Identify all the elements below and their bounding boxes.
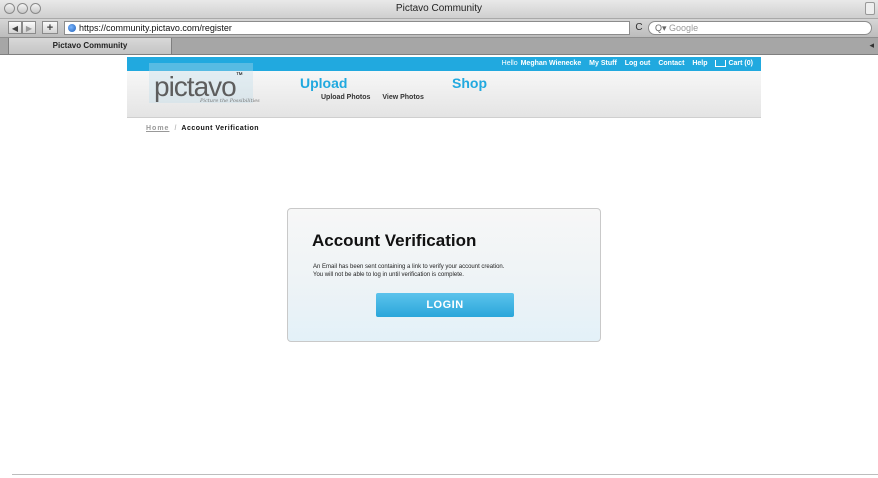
address-bar-url: https://community.pictavo.com/register bbox=[79, 23, 232, 33]
nav-upload[interactable]: Upload bbox=[300, 75, 347, 91]
upload-subnav: Upload Photos View Photos bbox=[321, 94, 434, 101]
forward-button[interactable]: ▶ bbox=[22, 21, 36, 34]
tab-bar: Pictavo Community ◂ bbox=[0, 38, 878, 55]
window-titlebar: Pictavo Community bbox=[0, 0, 878, 19]
reload-button[interactable]: C bbox=[632, 21, 646, 35]
cart-icon bbox=[715, 59, 727, 67]
breadcrumb-separator: / bbox=[174, 125, 177, 132]
new-tab-icon[interactable]: ◂ bbox=[869, 40, 874, 51]
main-header: pictavo™ Picture the Possibilities Uploa… bbox=[127, 63, 761, 118]
verification-message-line-1: An Email has been sent containing a link… bbox=[313, 264, 505, 270]
site-header: Hello Meghan Wienecke My Stuff Log out Co… bbox=[127, 57, 761, 118]
search-placeholder: Google bbox=[669, 23, 699, 33]
browser-toolbar: ◀ ▶ + https://community.pictavo.com/regi… bbox=[0, 19, 878, 38]
window-bottom-edge bbox=[12, 474, 878, 475]
cart-link[interactable]: Cart (0) bbox=[715, 59, 753, 67]
logo-tagline: Picture the Possibilities bbox=[200, 98, 260, 104]
verification-message-line-2: You will not be able to log in until ver… bbox=[313, 272, 464, 278]
nav-shop[interactable]: Shop bbox=[452, 75, 487, 91]
help-link[interactable]: Help bbox=[692, 60, 707, 67]
window-title: Pictavo Community bbox=[395, 3, 483, 14]
view-photos-link[interactable]: View Photos bbox=[382, 94, 424, 101]
search-icon: Q▾ bbox=[655, 23, 667, 33]
verification-title: Account Verification bbox=[312, 231, 477, 250]
toolbar-toggle-icon[interactable] bbox=[865, 2, 875, 15]
greeting-label: Hello bbox=[501, 60, 518, 67]
back-button[interactable]: ◀ bbox=[8, 21, 22, 34]
my-stuff-link[interactable]: My Stuff bbox=[589, 60, 617, 67]
breadcrumb: Home / Account Verification bbox=[146, 125, 259, 132]
search-input[interactable]: Q▾ Google bbox=[648, 21, 872, 35]
breadcrumb-home-link[interactable]: Home bbox=[146, 125, 169, 132]
breadcrumb-current: Account Verification bbox=[181, 125, 260, 132]
verification-card: Account Verification An Email has been s… bbox=[287, 208, 601, 342]
logo-trademark: ™ bbox=[235, 72, 243, 79]
cart-label: Cart (0) bbox=[728, 60, 753, 67]
account-links: Hello Meghan Wienecke My Stuff Log out Co… bbox=[496, 57, 753, 71]
globe-icon bbox=[68, 24, 76, 32]
log-out-link[interactable]: Log out bbox=[625, 60, 651, 67]
contact-link[interactable]: Contact bbox=[658, 60, 684, 67]
pictavo-logo[interactable]: pictavo™ Picture the Possibilities bbox=[154, 72, 260, 105]
verification-message: An Email has been sent containing a link… bbox=[313, 263, 504, 279]
user-name-link[interactable]: Meghan Wienecke bbox=[521, 60, 582, 67]
upload-photos-link[interactable]: Upload Photos bbox=[321, 94, 370, 101]
address-bar[interactable]: https://community.pictavo.com/register bbox=[64, 21, 630, 35]
tab-pictavo-community[interactable]: Pictavo Community bbox=[8, 38, 172, 54]
add-bookmark-button[interactable]: + bbox=[42, 21, 58, 34]
login-button[interactable]: LOGIN bbox=[376, 293, 514, 317]
